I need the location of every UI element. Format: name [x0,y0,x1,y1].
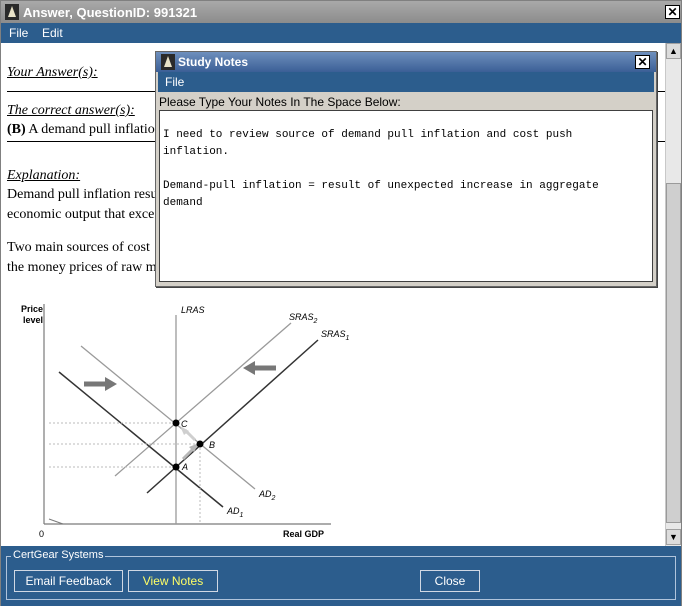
notes-prompt: Please Type Your Notes In The Space Belo… [159,95,401,109]
ad-as-diagram: Price level Real GDP 0 LRAS SRAS2 SRAS1 … [21,304,350,539]
close-button[interactable]: Close [420,570,480,592]
app-logo-icon [5,4,19,20]
email-feedback-button[interactable]: Email Feedback [14,570,123,592]
notes-titlebar[interactable]: Study Notes ✕ [156,52,656,72]
group-label: CertGear Systems [11,549,106,561]
explanation-line: Two main sources of cost [7,240,150,255]
point-c-label: C [181,419,188,429]
point-a-label: A [181,462,188,472]
y-axis-label: level [23,315,43,325]
scroll-thumb[interactable] [666,183,681,523]
scroll-up-button[interactable]: ▲ [666,43,681,59]
arrow-head [105,377,117,391]
explanation-line: economic output that exce [7,207,155,222]
notes-close-button[interactable]: ✕ [635,55,650,69]
footer-bar: CertGear Systems Email Feedback View Not… [1,546,681,606]
origin-label: 0 [39,529,44,539]
explanation-line: the money prices of raw m [7,260,157,275]
correct-answer-letter: (B) [7,122,26,137]
study-notes-dialog: Study Notes ✕ File Please Type Your Note… [155,51,657,287]
correct-answer-text: A demand pull inflatio [28,122,155,137]
window-title: Answer, QuestionID: 991321 [23,5,198,20]
notes-title: Study Notes [178,55,249,69]
correct-answer-label: The correct answer(s): [7,103,135,118]
view-notes-button[interactable]: View Notes [128,570,218,592]
ad2-label: AD2 [258,489,276,502]
vertical-scrollbar[interactable]: ▲ ▼ [665,43,681,546]
explanation-line: Demand pull inflation resu [7,187,158,202]
window-close-button[interactable]: ✕ [665,5,680,19]
point-b-label: B [209,440,215,450]
axis-break [48,518,64,525]
window-titlebar[interactable]: Answer, QuestionID: 991321 ✕ [1,1,681,23]
point-b [196,440,204,448]
menu-bar: File Edit [1,23,681,43]
scroll-down-button[interactable]: ▼ [666,529,681,545]
notes-menu-file[interactable]: File [165,75,184,89]
notes-menu-bar: File [158,72,654,92]
sras2-label: SRAS2 [289,312,318,325]
sras1-label: SRAS1 [321,329,350,342]
ad1-label: AD1 [226,506,244,519]
point-c [172,419,180,427]
your-answer-label: Your Answer(s): [7,65,98,80]
menu-file[interactable]: File [9,26,28,40]
lras-label: LRAS [181,305,205,315]
app-logo-icon [161,54,175,70]
explanation-label: Explanation: [7,168,81,183]
ad1-curve [58,371,224,508]
x-axis-label: Real GDP [283,529,324,539]
point-a [172,463,180,471]
sras2-curve [114,322,292,477]
menu-edit[interactable]: Edit [42,26,63,40]
ad2-curve [80,345,256,490]
notes-textarea[interactable]: I need to review source of demand pull i… [159,110,653,282]
y-axis-label: Price [21,304,43,314]
